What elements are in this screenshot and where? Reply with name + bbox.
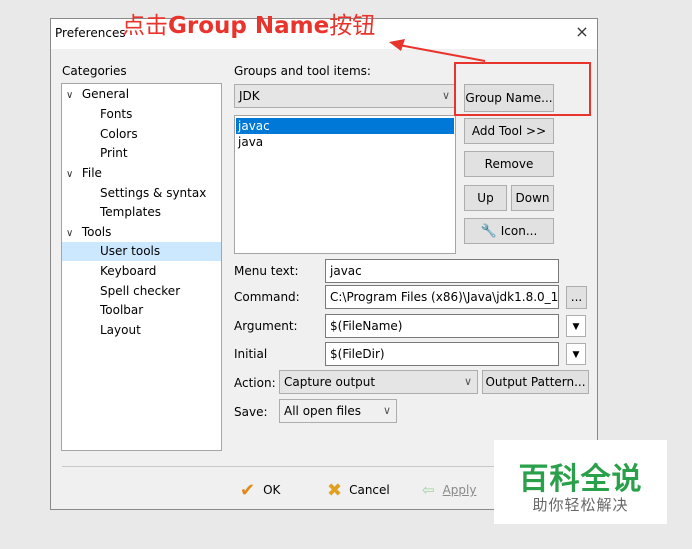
list-item-javac[interactable]: javac: [236, 118, 454, 134]
chevron-down-icon: ∨: [441, 89, 450, 102]
save-select[interactable]: All open files ∨: [279, 399, 397, 423]
groups-label: Groups and tool items:: [234, 64, 371, 78]
triangle-down-icon: ▼: [572, 350, 580, 360]
ok-button[interactable]: ✔ OK: [240, 479, 281, 501]
chevron-down-icon[interactable]: ∨: [66, 224, 78, 243]
tree-item-templates[interactable]: Templates: [100, 203, 161, 222]
down-button[interactable]: Down: [511, 185, 554, 211]
initial-dropdown-button[interactable]: ▼: [566, 343, 586, 365]
annotation-bold: Group Name: [168, 13, 330, 39]
action-select-value: Capture output: [284, 375, 376, 389]
action-label: Action:: [234, 376, 276, 390]
argument-label: Argument:: [234, 319, 298, 333]
group-select[interactable]: JDK ∨: [234, 84, 456, 108]
tree-item-print[interactable]: Print: [100, 144, 128, 163]
highlight-box: [454, 62, 591, 116]
group-select-value: JDK: [239, 89, 260, 103]
tree-item-colors[interactable]: Colors: [100, 125, 138, 144]
save-select-value: All open files: [284, 404, 361, 418]
checkmark-icon: ✔: [240, 479, 256, 501]
icon-button[interactable]: 🔧 Icon...: [464, 218, 554, 244]
list-item-java[interactable]: java: [236, 134, 454, 150]
annotation-suffix: 按钮: [329, 13, 376, 39]
tree-item-file[interactable]: ∨ File: [66, 164, 102, 183]
cancel-button[interactable]: ✖ Cancel: [327, 479, 390, 501]
tree-item-settings-syntax[interactable]: Settings & syntax: [100, 184, 206, 203]
chevron-down-icon[interactable]: ∨: [66, 86, 78, 105]
argument-dropdown-button[interactable]: ▼: [566, 315, 586, 337]
arrow-left-icon: ⇦: [422, 481, 435, 499]
annotation-prefix: 点击: [122, 13, 168, 39]
initial-field[interactable]: $(FileDir): [325, 342, 559, 366]
watermark-subtitle: 助你轻松解决: [532, 496, 629, 514]
apply-button[interactable]: ⇦ Apply: [422, 480, 476, 500]
add-tool-button[interactable]: Add Tool >>: [464, 118, 554, 144]
triangle-down-icon: ▼: [572, 322, 580, 332]
window-title: Preferences: [55, 26, 126, 40]
initial-label: Initial: [234, 347, 268, 361]
annotation-text: 点击Group Name按钮: [122, 6, 375, 40]
argument-field[interactable]: $(FileName): [325, 314, 559, 338]
output-pattern-button[interactable]: Output Pattern...: [482, 370, 589, 394]
command-label: Command:: [234, 290, 300, 304]
tree-item-toolbar[interactable]: Toolbar: [100, 301, 143, 320]
watermark-title: 百科全说: [518, 462, 643, 497]
wrench-icon: 🔧: [480, 224, 497, 239]
chevron-down-icon: ∨: [463, 375, 472, 388]
ok-label: OK: [263, 483, 281, 497]
cancel-x-icon: ✖: [327, 479, 343, 501]
tree-item-fonts[interactable]: Fonts: [100, 105, 132, 124]
close-button[interactable]: ×: [572, 22, 592, 41]
save-label: Save:: [234, 405, 268, 419]
tree-item-keyboard[interactable]: Keyboard: [100, 262, 156, 281]
tree-item-tools[interactable]: ∨ Tools: [66, 223, 111, 242]
tree-item-spell-checker[interactable]: Spell checker: [100, 282, 180, 301]
command-field[interactable]: C:\Program Files (x86)\Java\jdk1.8.0_144: [325, 285, 559, 309]
menu-text-label: Menu text:: [234, 264, 299, 278]
chevron-down-icon: ∨: [382, 404, 391, 417]
icon-button-label: Icon...: [500, 224, 538, 238]
up-button[interactable]: Up: [464, 185, 507, 211]
tree-item-layout[interactable]: Layout: [100, 321, 141, 340]
cancel-label: Cancel: [349, 483, 390, 497]
browse-button[interactable]: ...: [566, 286, 587, 309]
categories-tree[interactable]: ∨ General Fonts Colors Print ∨ File Sett…: [61, 83, 222, 451]
menu-text-field[interactable]: javac: [325, 259, 559, 283]
tool-items-list[interactable]: javac java: [234, 115, 456, 254]
remove-button[interactable]: Remove: [464, 151, 554, 177]
watermark-logo: 百科全说 助你轻松解决: [494, 440, 667, 524]
chevron-down-icon[interactable]: ∨: [66, 165, 78, 184]
tree-item-general[interactable]: ∨ General: [66, 85, 129, 104]
tree-item-user-tools[interactable]: User tools: [62, 242, 221, 261]
action-select[interactable]: Capture output ∨: [279, 370, 478, 394]
apply-label: Apply: [442, 483, 477, 497]
categories-label: Categories: [62, 64, 127, 78]
